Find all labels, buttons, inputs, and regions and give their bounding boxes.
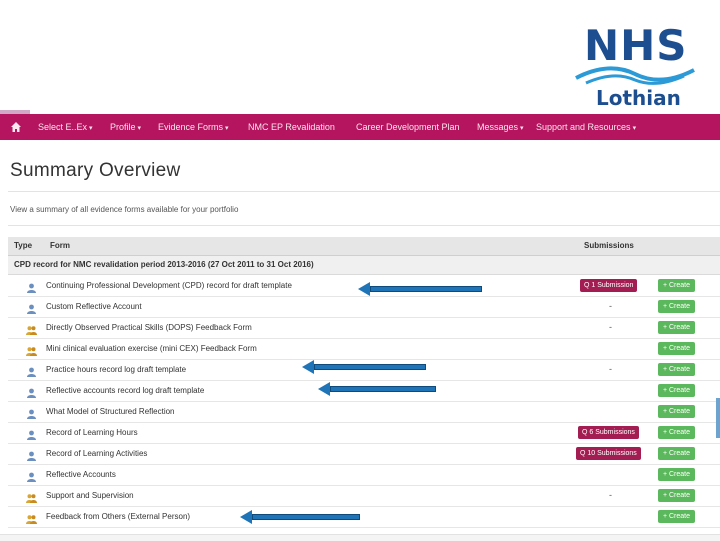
nav-item-nmc-revalidation[interactable]: NMC EP Revalidation <box>248 114 335 140</box>
group-icon <box>26 322 37 335</box>
form-name-link[interactable]: Continuing Professional Development (CPD… <box>46 275 292 296</box>
arrow-pointer-2 <box>302 360 426 374</box>
page-title: Summary Overview <box>10 160 181 181</box>
main-navbar: Select E..Ex ▾ Profile ▾ Evidence Forms ▾ N… <box>0 114 720 140</box>
form-name-link[interactable]: Record of Learning Activities <box>46 443 147 464</box>
arrow-pointer-4 <box>240 510 360 524</box>
nav-item-career-development-plan[interactable]: Career Development Plan <box>356 114 460 140</box>
table-group-row: CPD record for NMC revalidation period 2… <box>8 256 720 275</box>
person-icon <box>26 364 37 377</box>
table-row: Mini clinical evaluation exercise (mini … <box>8 338 720 360</box>
nav-item-profile[interactable]: Profile ▾ <box>110 114 141 140</box>
group-icon <box>26 490 37 503</box>
group-icon <box>26 343 37 356</box>
home-icon[interactable] <box>10 121 22 133</box>
group-icon <box>26 511 37 524</box>
form-name-link[interactable]: Reflective Accounts <box>46 464 116 485</box>
form-name-link[interactable]: Reflective accounts record log draft tem… <box>46 380 204 401</box>
table-row: What Model of Structured Reflection + Cre… <box>8 401 720 423</box>
submissions-button[interactable]: Q 6 Submissions <box>578 426 639 439</box>
create-button[interactable]: + Create <box>658 300 695 313</box>
table-row: Record of Learning Hours Q 6 Submissions +… <box>8 422 720 444</box>
form-name-link[interactable]: Record of Learning Hours <box>46 422 138 443</box>
nav-item-select[interactable]: Select E..Ex ▾ <box>38 114 93 140</box>
table-row: Custom Reflective Account - + Create <box>8 296 720 318</box>
logo-lothian-text: Lothian <box>596 86 681 110</box>
scrollbar-edge[interactable] <box>716 398 720 438</box>
table-row: Record of Learning Activities Q 10 Submis… <box>8 443 720 465</box>
arrow-pointer-3 <box>318 382 436 396</box>
header-form: Form <box>50 241 70 250</box>
form-name-link[interactable]: Directly Observed Practical Skills (DOPS… <box>46 317 252 338</box>
no-submissions-dash: - <box>609 301 612 311</box>
person-icon <box>26 469 37 482</box>
form-name-link[interactable]: What Model of Structured Reflection <box>46 401 175 422</box>
logo-nhs-text: NHS <box>584 21 688 70</box>
nav-item-support-resources[interactable]: Support and Resources ▾ <box>536 114 636 140</box>
submissions-button[interactable]: Q 10 Submissions <box>576 447 641 460</box>
create-button[interactable]: + Create <box>658 384 695 397</box>
create-button[interactable]: + Create <box>658 321 695 334</box>
create-button[interactable]: + Create <box>658 426 695 439</box>
group-label: CPD record for NMC revalidation period 2… <box>14 260 314 269</box>
create-button[interactable]: + Create <box>658 405 695 418</box>
table-row: Directly Observed Practical Skills (DOPS… <box>8 317 720 339</box>
table-row: Feedback from Others (External Person) + … <box>8 506 720 528</box>
logo-wave-icon <box>575 66 695 85</box>
header-type: Type <box>14 241 33 250</box>
form-name-link[interactable]: Feedback from Others (External Person) <box>46 506 190 527</box>
create-button[interactable]: + Create <box>658 363 695 376</box>
no-submissions-dash: - <box>609 322 612 332</box>
create-button[interactable]: + Create <box>658 279 695 292</box>
person-icon <box>26 280 37 293</box>
create-button[interactable]: + Create <box>658 447 695 460</box>
header-submissions: Submissions <box>584 241 634 250</box>
create-button[interactable]: + Create <box>658 489 695 502</box>
nhs-lothian-logo: NHS Lothian <box>570 24 700 112</box>
create-button[interactable]: + Create <box>658 510 695 523</box>
table-row: Support and Supervision - + Create <box>8 485 720 507</box>
create-button[interactable]: + Create <box>658 342 695 355</box>
form-name-link[interactable]: Mini clinical evaluation exercise (mini … <box>46 338 257 359</box>
nav-item-messages[interactable]: Messages ▾ <box>477 114 524 140</box>
no-submissions-dash: - <box>609 490 612 500</box>
form-name-link[interactable]: Practice hours record log draft template <box>46 359 186 380</box>
page-subtitle: View a summary of all evidence forms ava… <box>10 205 239 214</box>
person-icon <box>26 406 37 419</box>
title-divider <box>8 191 720 192</box>
form-name-link[interactable]: Support and Supervision <box>46 485 134 506</box>
table-header: Type Form Submissions <box>8 237 720 256</box>
form-name-link[interactable]: Custom Reflective Account <box>46 296 142 317</box>
submissions-button[interactable]: Q 1 Submission <box>580 279 638 292</box>
person-icon <box>26 448 37 461</box>
table-row: Reflective Accounts + Create <box>8 464 720 486</box>
create-button[interactable]: + Create <box>658 468 695 481</box>
person-icon <box>26 427 37 440</box>
arrow-pointer-1 <box>358 282 482 296</box>
person-icon <box>26 301 37 314</box>
person-icon <box>26 385 37 398</box>
nav-item-evidence-forms[interactable]: Evidence Forms ▾ <box>158 114 229 140</box>
subtitle-divider <box>8 225 720 226</box>
no-submissions-dash: - <box>609 364 612 374</box>
